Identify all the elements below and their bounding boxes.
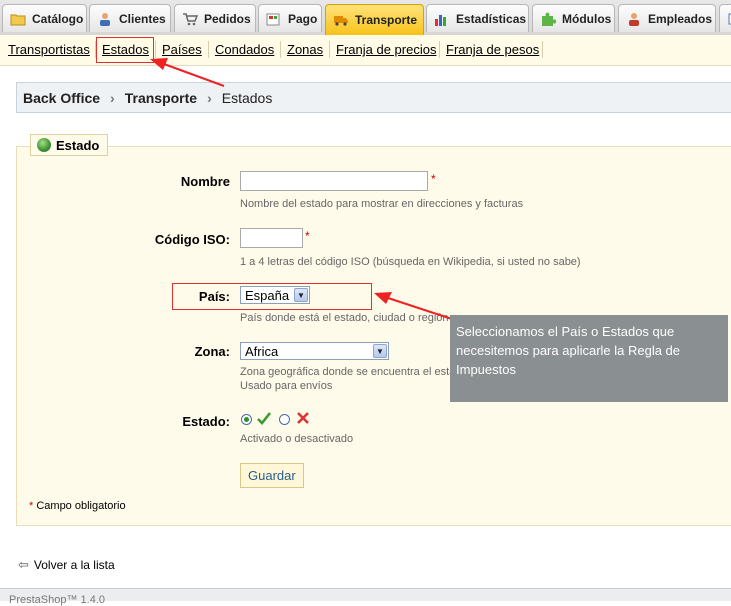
arrow-left-icon: ⇦ bbox=[18, 557, 29, 572]
annotation-arrow-pais bbox=[387, 297, 456, 321]
footer-bar: PrestaShop™ 1.4.0 bbox=[0, 588, 731, 606]
annotation-callout: Seleccionamos el País o Estados que nece… bbox=[450, 315, 728, 402]
back-to-list-link[interactable]: ⇦ Volver a la lista bbox=[18, 557, 115, 573]
footer-version: PrestaShop™ 1.4.0 bbox=[9, 594, 106, 606]
annotation-arrow-estados bbox=[163, 63, 225, 87]
arrowhead-icon bbox=[150, 58, 168, 70]
back-to-list-label: Volver a la lista bbox=[33, 558, 115, 572]
annotation-arrows bbox=[150, 58, 456, 321]
